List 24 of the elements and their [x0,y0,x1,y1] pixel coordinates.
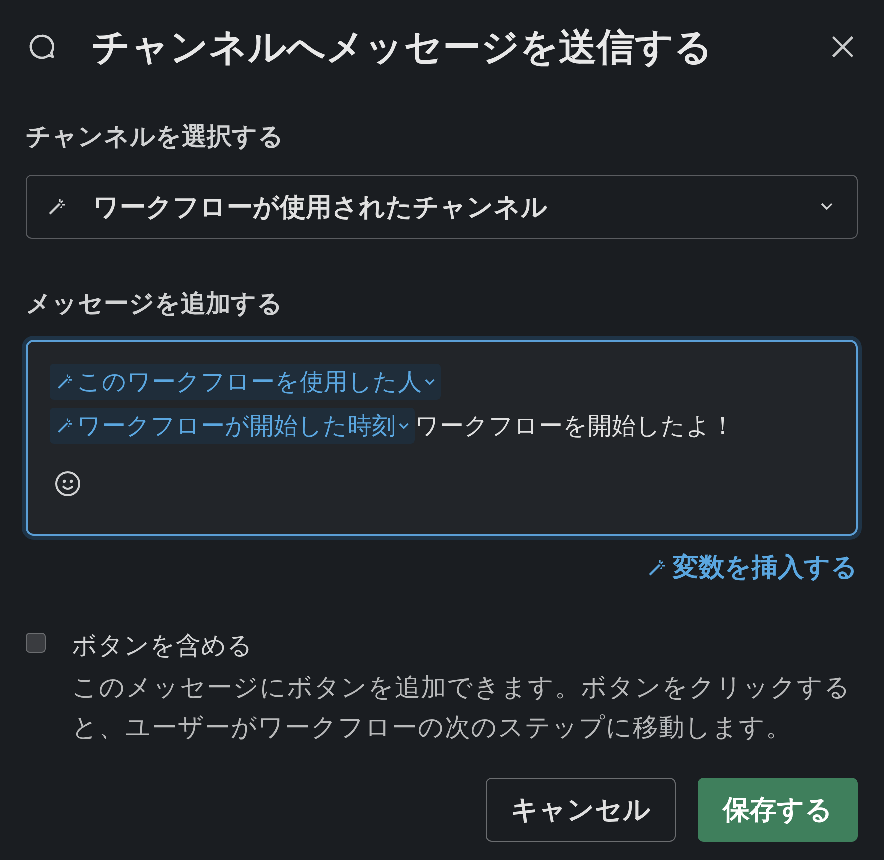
chevron-down-icon [399,422,409,430]
magic-wand-icon [56,417,74,435]
chevron-down-icon [425,378,435,386]
variable-chip[interactable]: ワークフローが開始した時刻 [50,408,415,444]
channel-select[interactable]: ワークフローが使用されたチャンネル [26,175,858,239]
cancel-button[interactable]: キャンセル [486,778,676,842]
select-value: ワークフローが使用されたチャンネル [93,192,549,224]
field-label: チャンネルを選択する [26,121,285,153]
close-icon[interactable] [830,34,856,60]
save-button[interactable]: 保存する [698,778,858,842]
field-label: メッセージを追加する [26,288,284,320]
checkbox-label: ボタンを含める [72,630,254,662]
dialog-title: チャンネルへメッセージを送信する [92,24,714,70]
description-text: このメッセージにボタンを追加できます。ボタンをクリックすると、ユーザーがワークフローの次のステップに移動します。 [72,672,852,745]
chevron-down-icon [821,203,833,211]
insert-variable-link[interactable]: 変数を挿入する [647,550,858,585]
variable-chip[interactable]: このワークフローを使用した人 [50,364,441,400]
message-text: ワークフローを開始したよ！ [415,411,735,442]
magic-wand-icon [56,373,74,391]
magic-wand-icon [47,197,67,217]
magic-wand-icon [647,558,667,578]
emoji-icon[interactable] [54,470,82,498]
speech-bubble-icon [28,33,56,61]
checkbox[interactable] [26,633,46,653]
